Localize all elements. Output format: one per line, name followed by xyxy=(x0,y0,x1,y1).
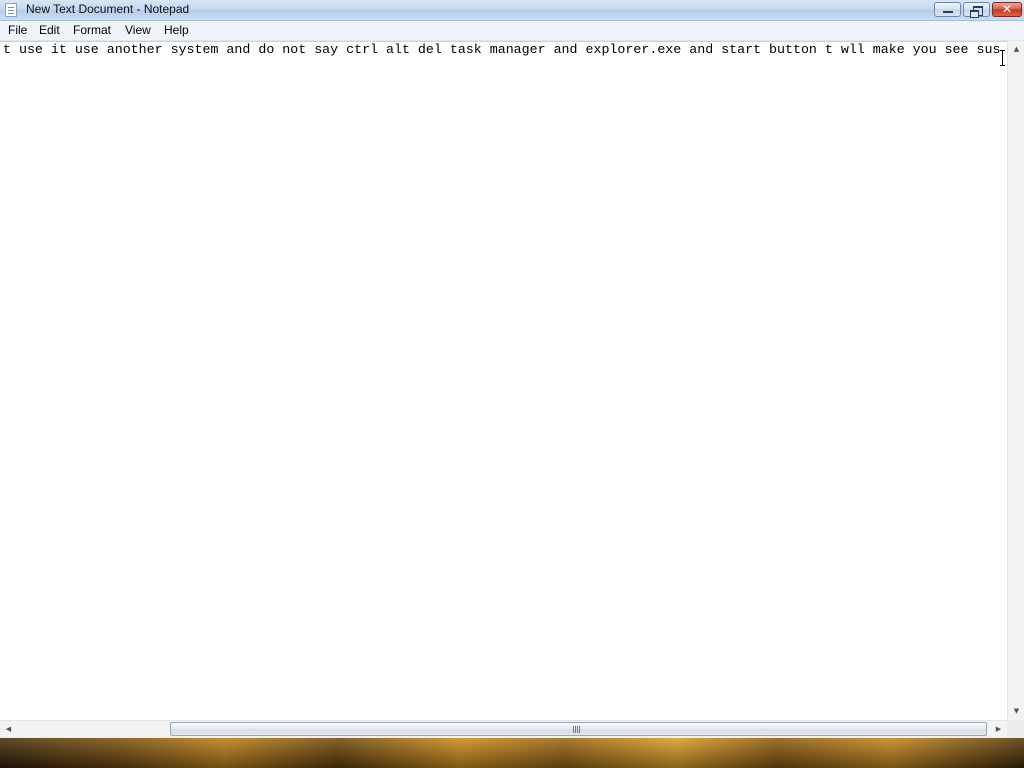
restore-icon xyxy=(970,6,983,18)
minimize-button[interactable] xyxy=(934,2,961,17)
menu-view[interactable]: View xyxy=(124,23,152,37)
menu-help[interactable]: Help xyxy=(163,23,190,37)
text-cursor-icon xyxy=(1000,50,1005,66)
horizontal-scroll-thumb[interactable] xyxy=(170,722,987,736)
close-button[interactable]: ✕ xyxy=(992,2,1022,17)
size-grip[interactable] xyxy=(1007,720,1024,737)
notepad-window: New Text Document - Notepad ✕ File Edit … xyxy=(0,0,1024,738)
title-bar[interactable]: New Text Document - Notepad ✕ xyxy=(0,0,1024,21)
desktop-background xyxy=(0,738,1024,768)
menu-bar: File Edit Format View Help xyxy=(0,21,1024,41)
menu-edit[interactable]: Edit xyxy=(38,23,61,37)
menu-format[interactable]: Format xyxy=(72,23,112,37)
scroll-grip-icon xyxy=(573,726,580,733)
scroll-right-icon[interactable]: ▶ xyxy=(990,721,1007,738)
minimize-icon xyxy=(943,11,953,13)
scroll-down-icon[interactable]: ▼ xyxy=(1008,703,1024,720)
vertical-scrollbar[interactable]: ▲ ▼ xyxy=(1007,41,1024,720)
text-editor[interactable]: t use it use another system and do not s… xyxy=(0,41,1007,721)
editor-text: t use it use another system and do not s… xyxy=(3,42,1001,57)
horizontal-scrollbar[interactable]: ◀ ▶ xyxy=(0,720,1007,737)
maximize-button[interactable] xyxy=(963,2,990,18)
notepad-app-icon[interactable] xyxy=(5,3,17,17)
scroll-up-icon[interactable]: ▲ xyxy=(1008,41,1024,58)
scroll-left-icon[interactable]: ◀ xyxy=(0,721,17,738)
window-title: New Text Document - Notepad xyxy=(26,2,190,16)
close-icon: ✕ xyxy=(1001,2,1013,16)
menu-file[interactable]: File xyxy=(7,23,28,37)
